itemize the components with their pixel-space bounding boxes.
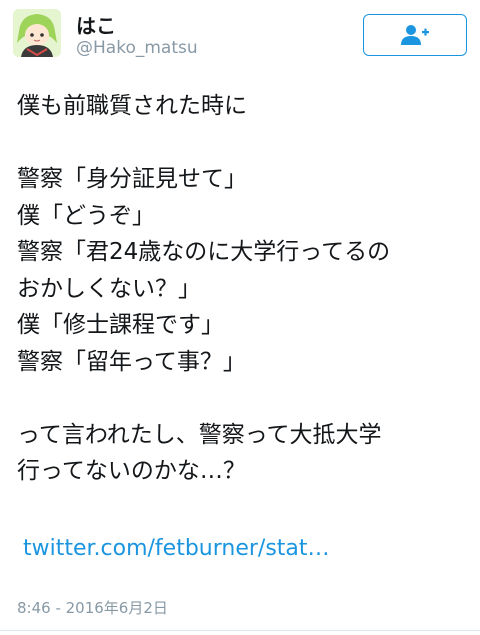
follow-button[interactable]: [363, 14, 467, 56]
tweet-line: 行ってないのかな…？: [17, 458, 246, 484]
tweet-line: 警察「身分証見せて」: [17, 166, 247, 192]
avatar[interactable]: [13, 9, 61, 57]
tweet-link[interactable]: twitter.com/fetburner/stat…: [23, 536, 330, 561]
divider: [0, 630, 480, 631]
display-name[interactable]: はこ: [76, 10, 116, 39]
tweet-line: 警察「君24歳なのに大学行ってるの: [17, 239, 391, 265]
user-handle[interactable]: @Hako_matsu: [76, 38, 198, 58]
tweet-timestamp[interactable]: 8:46 - 2016年6月2日: [17, 597, 168, 618]
tweet-line: 僕「修士課程です」: [17, 312, 224, 338]
avatar-illustration-icon: [13, 9, 61, 57]
tweet-text: 僕も前職質された時に 警察「身分証見せて」 僕「どうぞ」 警察「君24歳なのに大…: [17, 88, 472, 490]
tweet-line: 僕も前職質された時に: [17, 93, 247, 119]
add-user-icon: [401, 25, 429, 45]
tweet-line: おかしくない？」: [17, 275, 201, 302]
tweet-line: 警察「留年って事？」: [17, 348, 246, 375]
tweet-line: 僕「どうぞ」: [17, 202, 155, 229]
tweet-line: って言われたし、警察って大抵大学: [17, 421, 382, 448]
